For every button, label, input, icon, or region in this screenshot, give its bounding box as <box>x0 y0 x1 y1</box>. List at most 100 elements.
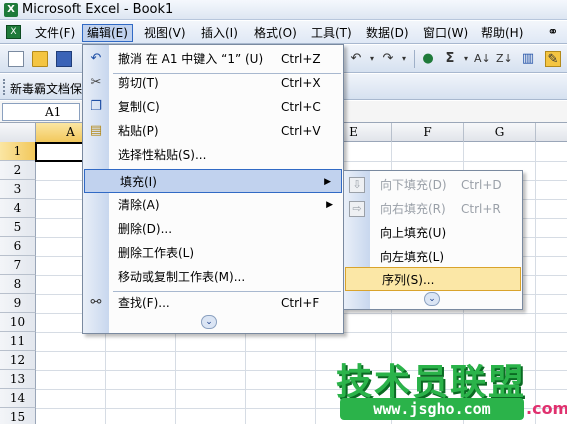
menu-item-label: 粘贴(P) <box>118 124 159 138</box>
submenu-arrow-icon: ▶ <box>326 200 333 210</box>
menu-item-label: 查找(F)... <box>118 296 170 310</box>
submenu-fill-down[interactable]: ⇩ 向下填充(D) Ctrl+D <box>344 173 522 197</box>
row-header[interactable]: 8 <box>0 275 36 294</box>
menu-item-label: 向上填充(U) <box>380 226 447 240</box>
fill-submenu: ⇩ 向下填充(D) Ctrl+D ⇨ 向右填充(R) Ctrl+R 向上填充(U… <box>343 170 523 310</box>
menu-item-label: 填充(I) <box>120 175 157 189</box>
menu-window[interactable]: 窗口(W) <box>418 24 473 42</box>
menu-item-label: 剪切(T) <box>118 76 159 90</box>
menu-item-label: 撤消 在 A1 中键入 “1” (U) <box>118 52 264 66</box>
undo-icon[interactable]: ↶ <box>348 51 364 67</box>
undo-dropdown-icon[interactable]: ▾ <box>364 51 380 67</box>
title-bar: X Microsoft Excel - Book1 <box>0 0 567 20</box>
menu-tools[interactable]: 工具(T) <box>306 24 357 42</box>
menu-edit[interactable]: 编辑(E) <box>82 24 133 42</box>
redo-dropdown-icon[interactable]: ▾ <box>396 51 412 67</box>
menu-move-copy-sheet[interactable]: 移动或复制工作表(M)... <box>83 265 343 289</box>
window-title: Microsoft Excel - Book1 <box>22 2 174 17</box>
menu-bar: X 文件(F) 编辑(E) 视图(V) 插入(I) 格式(O) 工具(T) 数据… <box>0 21 567 44</box>
row-header[interactable]: 2 <box>0 161 36 180</box>
row-header[interactable]: 13 <box>0 370 36 389</box>
duba-toolbar-label[interactable]: 新毒霸文档保 <box>10 80 82 97</box>
menu-item-shortcut: Ctrl+V <box>281 124 321 138</box>
menu-view[interactable]: 视图(V) <box>139 24 191 42</box>
menu-paste[interactable]: ▤ 粘贴(P) Ctrl+V <box>83 119 343 143</box>
row-header[interactable]: 11 <box>0 332 36 351</box>
undo-icon: ↶ <box>90 51 102 66</box>
row-header[interactable]: 6 <box>0 237 36 256</box>
menu-item-label: 移动或复制工作表(M)... <box>118 270 246 284</box>
submenu-fill-up[interactable]: 向上填充(U) <box>344 221 522 245</box>
research-icon[interactable]: ⚭ <box>545 25 561 40</box>
excel-icon: X <box>4 3 18 17</box>
menu-item-shortcut: Ctrl+Z <box>281 52 321 66</box>
binoculars-icon: ⚯ <box>90 295 102 310</box>
row-header[interactable]: 15 <box>0 408 36 424</box>
paste-icon: ▤ <box>89 123 103 138</box>
menu-item-label: 删除工作表(L) <box>118 246 195 260</box>
menu-item-shortcut: Ctrl+C <box>281 100 321 114</box>
chart-wizard-icon[interactable]: ▥ <box>520 51 536 67</box>
row-header[interactable]: 12 <box>0 351 36 370</box>
menu-item-label: 向左填充(L) <box>380 250 445 264</box>
name-box[interactable]: A1 <box>2 103 80 121</box>
copy-icon: ❐ <box>90 99 102 114</box>
drawing-icon[interactable]: ✎ <box>545 51 561 67</box>
new-document-icon[interactable] <box>8 51 24 67</box>
row-header[interactable]: 5 <box>0 218 36 237</box>
scissors-icon: ✂ <box>90 75 102 90</box>
expand-menu-chevron-icon[interactable]: ⌄ <box>201 315 217 329</box>
row-header[interactable]: 7 <box>0 256 36 275</box>
open-folder-icon[interactable] <box>32 51 48 67</box>
fill-right-icon: ⇨ <box>349 201 365 217</box>
sort-ascending-icon[interactable]: A↓ <box>474 51 491 67</box>
menu-item-shortcut: Ctrl+F <box>281 296 320 310</box>
row-header[interactable]: 9 <box>0 294 36 313</box>
menu-delete[interactable]: 删除(D)... <box>83 217 343 241</box>
menu-help[interactable]: 帮助(H) <box>476 24 528 42</box>
autosum-dropdown-icon[interactable]: ▾ <box>458 51 474 67</box>
menu-item-label: 复制(C) <box>118 100 160 114</box>
menu-delete-sheet[interactable]: 删除工作表(L) <box>83 241 343 265</box>
expand-menu-chevron-icon[interactable]: ⌄ <box>424 292 440 306</box>
gridline <box>535 142 536 424</box>
autosum-icon[interactable]: Σ <box>442 51 458 67</box>
gridline <box>36 351 567 352</box>
submenu-fill-right[interactable]: ⇨ 向右填充(R) Ctrl+R <box>344 197 522 221</box>
redo-icon[interactable]: ↷ <box>380 51 396 67</box>
menu-find[interactable]: ⚯ 查找(F)... Ctrl+F <box>83 291 343 315</box>
watermark-url: www.jsgho.com <box>340 398 524 420</box>
menu-cut[interactable]: ✂ 剪切(T) Ctrl+X <box>83 71 343 95</box>
menu-paste-special[interactable]: 选择性粘贴(S)... <box>83 143 343 167</box>
sort-descending-icon[interactable]: Z↓ <box>496 51 513 67</box>
row-header[interactable]: 1 <box>0 142 36 161</box>
menu-data[interactable]: 数据(D) <box>361 24 414 42</box>
menu-file[interactable]: 文件(F) <box>30 24 80 42</box>
workbook-icon[interactable]: X <box>6 25 21 39</box>
save-icon[interactable] <box>56 51 72 67</box>
menu-copy[interactable]: ❐ 复制(C) Ctrl+C <box>83 95 343 119</box>
menu-insert[interactable]: 插入(I) <box>196 24 243 42</box>
toolbar-grip[interactable] <box>3 79 6 95</box>
menu-item-label: 序列(S)... <box>382 273 435 287</box>
menu-item-label: 向右填充(R) <box>380 202 446 216</box>
menu-item-label: 清除(A) <box>118 198 160 212</box>
menu-item-label: 向下填充(D) <box>380 178 447 192</box>
menu-item-label: 删除(D)... <box>118 222 173 236</box>
menu-item-shortcut: Ctrl+X <box>281 76 321 90</box>
menu-undo[interactable]: ↶ 撤消 在 A1 中键入 “1” (U) Ctrl+Z <box>83 47 343 71</box>
menu-item-shortcut: Ctrl+D <box>461 178 502 192</box>
column-header[interactable]: F <box>392 123 464 142</box>
column-header[interactable]: G <box>464 123 536 142</box>
row-header[interactable]: 14 <box>0 389 36 408</box>
hyperlink-icon[interactable]: ● <box>420 51 436 67</box>
row-header[interactable]: 4 <box>0 199 36 218</box>
menu-clear[interactable]: 清除(A) ▶ <box>83 193 343 217</box>
row-header[interactable]: 10 <box>0 313 36 332</box>
submenu-fill-left[interactable]: 向左填充(L) <box>344 245 522 269</box>
select-all-corner[interactable] <box>0 123 36 142</box>
submenu-series[interactable]: 序列(S)... <box>345 267 521 291</box>
row-header[interactable]: 3 <box>0 180 36 199</box>
menu-format[interactable]: 格式(O) <box>249 24 302 42</box>
menu-fill[interactable]: 填充(I) ▶ <box>84 169 342 193</box>
